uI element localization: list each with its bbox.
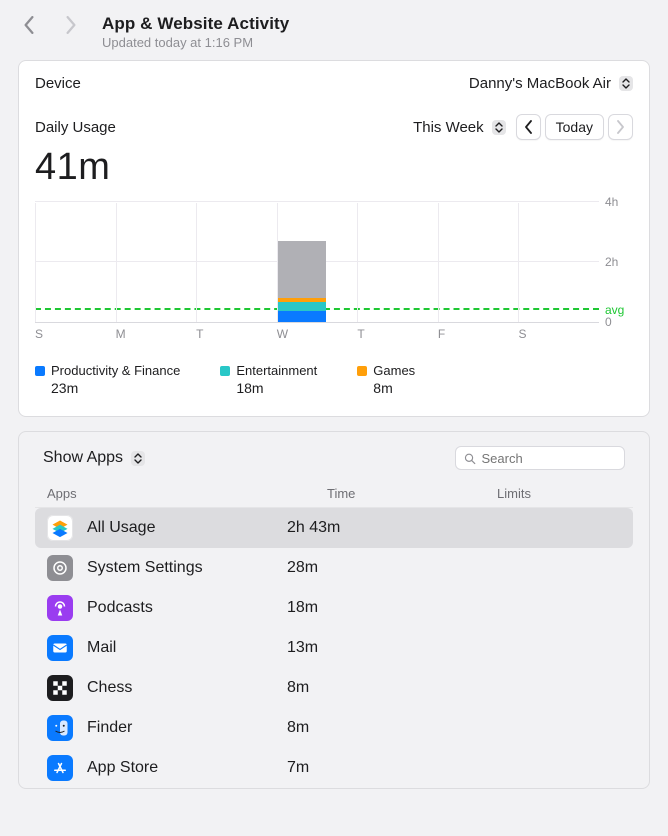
y-axis-tick: 0	[605, 315, 612, 329]
app-name: Mail	[87, 639, 116, 657]
period-value: This Week	[413, 119, 484, 136]
app-name: All Usage	[87, 519, 155, 537]
page-subtitle: Updated today at 1:16 PM	[102, 35, 650, 50]
legend-name: Productivity & Finance	[51, 363, 180, 378]
legend-name: Entertainment	[236, 363, 317, 378]
podcast-icon	[47, 595, 73, 621]
device-label: Device	[35, 75, 81, 92]
column-limits[interactable]: Limits	[497, 486, 621, 501]
legend-name: Games	[373, 363, 415, 378]
up-down-chevron-icon	[619, 76, 633, 91]
app-row[interactable]: System Settings 28m	[35, 548, 633, 588]
x-axis-tick: F	[438, 327, 519, 341]
legend-item: Entertainment 18m	[220, 363, 317, 396]
y-axis-tick: 2h	[605, 255, 618, 269]
app-name: App Store	[87, 759, 158, 777]
app-time: 28m	[287, 559, 457, 577]
app-row[interactable]: Chess 8m	[35, 668, 633, 708]
apps-list-panel: Show Apps Apps Time Limits All Usage 2h 4…	[18, 431, 650, 789]
total-usage-value: 41m	[35, 146, 633, 189]
app-time: 18m	[287, 599, 457, 617]
mail-icon	[47, 635, 73, 661]
nav-back-button[interactable]	[18, 14, 40, 36]
x-axis-tick: T	[196, 327, 277, 341]
gear-icon	[47, 555, 73, 581]
app-time: 13m	[287, 639, 457, 657]
app-time: 7m	[287, 759, 457, 777]
legend-item: Productivity & Finance 23m	[35, 363, 180, 396]
finder-icon	[47, 715, 73, 741]
search-icon	[464, 452, 476, 465]
column-apps[interactable]: Apps	[47, 486, 327, 501]
app-name: Podcasts	[87, 599, 153, 617]
avg-label: avg	[605, 303, 624, 317]
app-time: 8m	[287, 719, 457, 737]
app-time: 2h 43m	[287, 519, 457, 537]
chart-legend: Productivity & Finance 23m Entertainment 18…	[35, 363, 633, 396]
chevron-left-icon	[23, 16, 35, 34]
list-filter-selector[interactable]: Show Apps	[43, 449, 145, 467]
legend-time: 18m	[236, 380, 317, 396]
x-axis-tick: M	[116, 327, 197, 341]
search-field[interactable]	[455, 446, 625, 470]
device-selector[interactable]: Danny's MacBook Air	[469, 75, 633, 92]
legend-item: Games 8m	[357, 363, 415, 396]
app-row[interactable]: App Store 7m	[35, 748, 633, 788]
today-label: Today	[556, 119, 593, 135]
app-name: Finder	[87, 719, 132, 737]
next-period-button[interactable]	[608, 114, 633, 140]
legend-time: 23m	[51, 380, 180, 396]
page-title: App & Website Activity	[102, 14, 650, 34]
nav-forward-button[interactable]	[60, 14, 82, 36]
chart-x-axis: SMTWTFS	[35, 327, 633, 341]
up-down-chevron-icon	[492, 120, 506, 135]
search-input[interactable]	[482, 451, 617, 466]
column-time[interactable]: Time	[327, 486, 497, 501]
legend-swatch	[35, 366, 45, 376]
app-row[interactable]: Finder 8m	[35, 708, 633, 748]
y-axis-tick: 4h	[605, 195, 618, 209]
usage-panel: Device Danny's MacBook Air Daily Usage T…	[18, 60, 650, 417]
period-selector[interactable]: This Week	[413, 119, 506, 136]
app-row[interactable]: Podcasts 18m	[35, 588, 633, 628]
today-button[interactable]: Today	[545, 114, 604, 140]
app-name: System Settings	[87, 559, 203, 577]
daily-usage-label: Daily Usage	[35, 119, 116, 136]
legend-swatch	[220, 366, 230, 376]
up-down-chevron-icon	[131, 451, 145, 466]
usage-chart: 02h4havg	[35, 203, 633, 323]
app-row[interactable]: Mail 13m	[35, 628, 633, 668]
list-column-headers: Apps Time Limits	[35, 480, 633, 508]
device-value: Danny's MacBook Air	[469, 75, 611, 92]
x-axis-tick: W	[277, 327, 358, 341]
chevron-left-icon	[524, 120, 533, 134]
chevron-right-icon	[65, 16, 77, 34]
x-axis-tick: S	[35, 327, 116, 341]
stack-icon	[47, 515, 73, 541]
app-time: 8m	[287, 679, 457, 697]
chess-icon	[47, 675, 73, 701]
app-row[interactable]: All Usage 2h 43m	[35, 508, 633, 548]
appstore-icon	[47, 755, 73, 781]
legend-swatch	[357, 366, 367, 376]
x-axis-tick: T	[357, 327, 438, 341]
x-axis-tick: S	[518, 327, 599, 341]
previous-period-button[interactable]	[516, 114, 541, 140]
list-filter-label: Show Apps	[43, 449, 123, 467]
app-name: Chess	[87, 679, 132, 697]
chevron-right-icon	[616, 120, 625, 134]
legend-time: 8m	[373, 380, 415, 396]
